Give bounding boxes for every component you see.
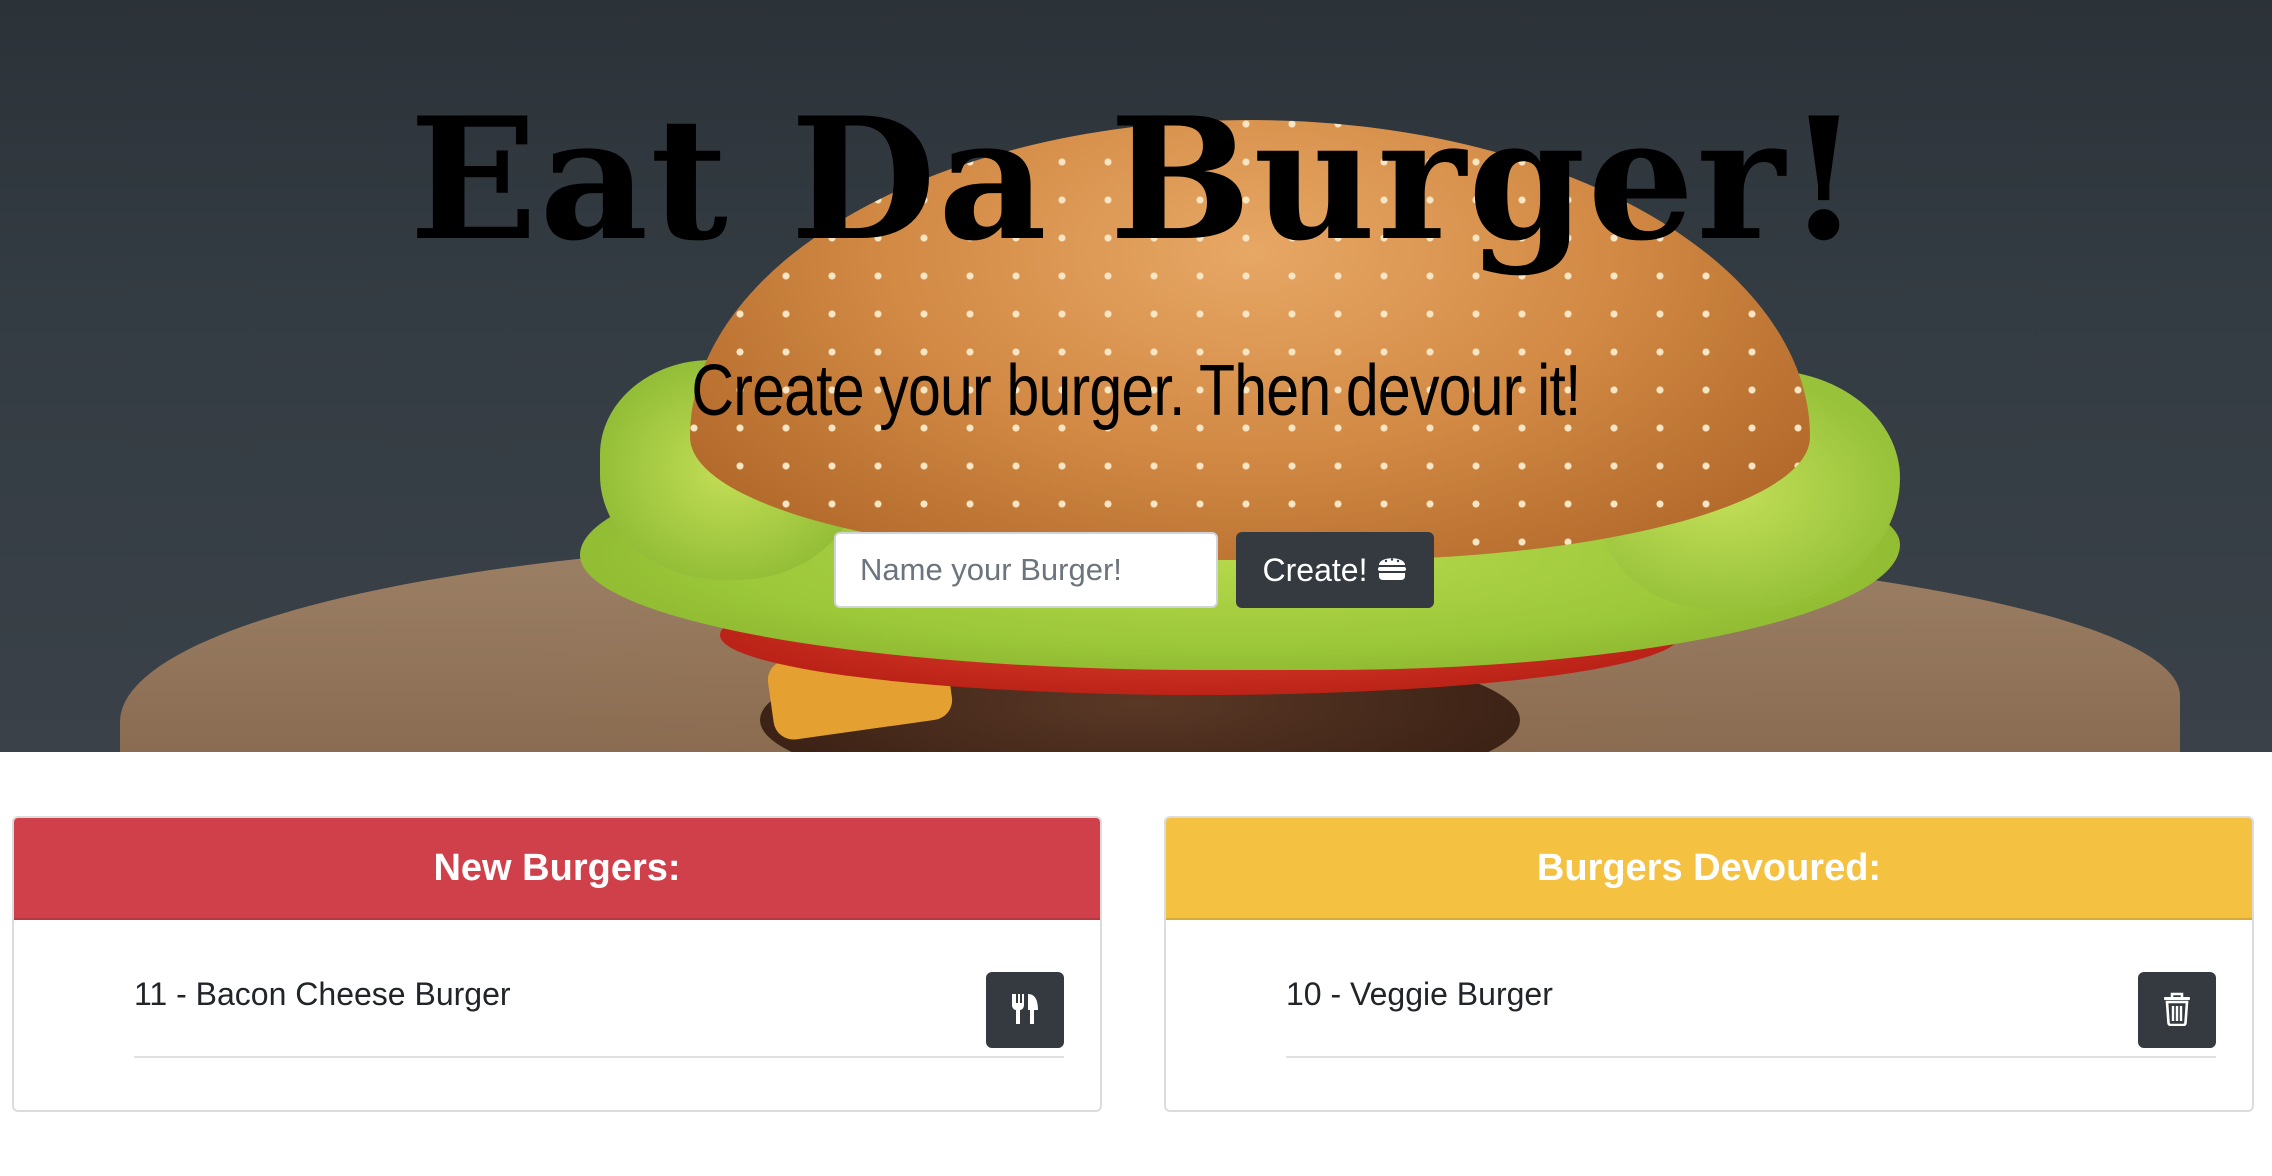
burger-item-name: 10 - Veggie Burger bbox=[1286, 976, 1553, 1012]
hamburger-icon bbox=[1377, 552, 1407, 589]
burger-item-name: 11 - Bacon Cheese Burger bbox=[134, 976, 511, 1012]
page-title: Eat Da Burger! bbox=[409, 80, 1863, 278]
delete-button[interactable] bbox=[2138, 972, 2216, 1048]
utensils-icon bbox=[1010, 992, 1040, 1029]
create-button-label: Create! bbox=[1262, 551, 1368, 588]
new-burgers-header: New Burgers: bbox=[14, 818, 1100, 920]
devoured-burgers-header: Burgers Devoured: bbox=[1166, 818, 2252, 920]
create-button[interactable]: Create! bbox=[1236, 532, 1434, 608]
page-subtitle: Create your burger. Then devour it! bbox=[691, 351, 1581, 431]
trash-icon bbox=[2163, 992, 2191, 1029]
list-item: 10 - Veggie Burger bbox=[1286, 958, 2216, 1058]
new-burgers-card: New Burgers: 11 - Bacon Cheese Burger bbox=[12, 816, 1102, 1112]
hero-banner: Eat Da Burger! Create your burger. Then … bbox=[0, 0, 2272, 752]
devour-button[interactable] bbox=[986, 972, 1064, 1048]
devoured-burgers-card: Burgers Devoured: 10 - Veggie Burger bbox=[1164, 816, 2254, 1112]
list-item: 11 - Bacon Cheese Burger bbox=[134, 958, 1064, 1058]
burger-name-input[interactable] bbox=[834, 532, 1218, 608]
